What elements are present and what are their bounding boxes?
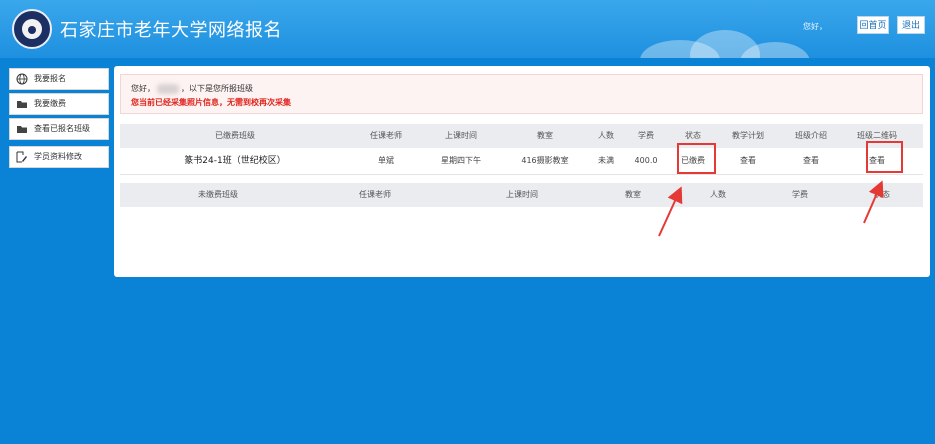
annotation-arrows (658, 180, 884, 237)
arrow-to-qrcode (863, 180, 884, 224)
arrow-to-status (658, 186, 683, 237)
